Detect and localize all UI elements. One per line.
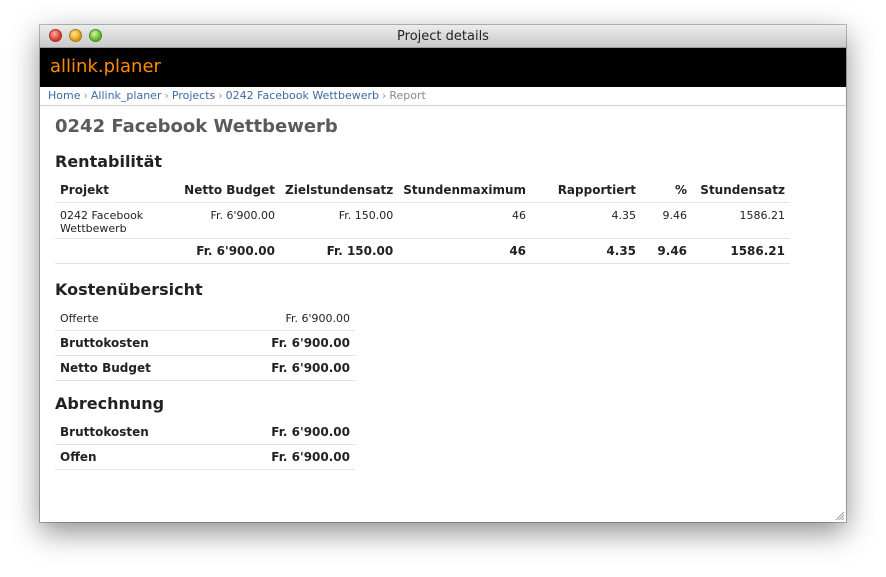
column-header-stundensatz: Stundensatz [692, 178, 790, 203]
row-label-bruttokosten: Bruttokosten [55, 330, 215, 356]
breadcrumb: Home › Allink_planer › Projects › 0242 Faceboo… [40, 87, 846, 106]
breadcrumb-separator: › [218, 89, 223, 102]
cell-stundensatz: 1586.21 [692, 202, 790, 239]
total-percent: 9.46 [641, 238, 693, 264]
breadcrumb-project[interactable]: 0242 Facebook Wettbewerb [226, 89, 379, 102]
row-value-bruttokosten: Fr. 6'900.00 [213, 420, 355, 445]
total-stundenmaximum: 46 [398, 238, 532, 264]
title-bar[interactable]: Project details [40, 25, 846, 48]
kostenuebersicht-table: Offerte Fr. 6'900.00 Bruttokosten Fr. 6'… [55, 306, 355, 381]
section-title-kostenuebersicht: Kostenübersicht [55, 280, 203, 299]
total-rapportiert: 4.35 [531, 238, 642, 264]
column-header-rapportiert: Rapportiert [531, 178, 642, 203]
column-header-projekt: Projekt [55, 178, 165, 203]
table-total-row: Fr. 6'900.00 Fr. 150.00 46 4.35 9.46 158… [55, 238, 790, 264]
section-title-rentabilitaet: Rentabilität [55, 152, 163, 171]
rentabilitaet-table: Projekt Netto Budget Zielstundensatz Stu… [55, 178, 790, 264]
cell-netto-budget: Fr. 6'900.00 [165, 202, 280, 239]
row-label-bruttokosten: Bruttokosten [55, 420, 214, 445]
cell-rapportiert: 4.35 [531, 202, 642, 239]
app-header: allink.planer [40, 48, 846, 87]
breadcrumb-home[interactable]: Home [48, 89, 80, 102]
page-title: 0242 Facebook Wettbewerb [55, 116, 338, 137]
table-row: Bruttokosten Fr. 6'900.00 [55, 420, 355, 445]
breadcrumb-separator: › [83, 89, 88, 102]
breadcrumb-current: Report [389, 89, 426, 102]
abrechnung-table: Bruttokosten Fr. 6'900.00 Offen Fr. 6'90… [55, 420, 355, 470]
column-header-percent: % [641, 178, 693, 203]
cell-stundenmaximum: 46 [398, 202, 532, 239]
row-label-offerte: Offerte [55, 306, 215, 331]
window-title: Project details [397, 29, 489, 44]
row-label-offen: Offen [55, 444, 214, 470]
table-header-row: Projekt Netto Budget Zielstundensatz Stu… [55, 178, 790, 203]
table-row: Offerte Fr. 6'900.00 [55, 306, 355, 331]
row-value-bruttokosten: Fr. 6'900.00 [214, 330, 355, 356]
total-stundensatz: 1586.21 [692, 238, 790, 264]
row-value-netto-budget: Fr. 6'900.00 [214, 355, 355, 381]
table-row: 0242 Facebook Wettbewerb Fr. 6'900.00 Fr.… [55, 202, 790, 239]
table-row: Bruttokosten Fr. 6'900.00 [55, 330, 355, 356]
breadcrumb-separator: › [164, 89, 169, 102]
row-value-offerte: Fr. 6'900.00 [214, 306, 355, 331]
cell-projekt-line2: Wettbewerb [60, 222, 127, 235]
cell-projekt-line1: 0242 Facebook [60, 209, 144, 222]
section-title-abrechnung: Abrechnung [55, 394, 165, 413]
row-label-netto-budget: Netto Budget [55, 355, 215, 381]
table-row: Netto Budget Fr. 6'900.00 [55, 355, 355, 381]
cell-projekt: 0242 Facebook Wettbewerb [55, 202, 165, 239]
cell-total-label [55, 238, 165, 264]
column-header-stundenmaximum: Stundenmaximum [398, 178, 532, 203]
row-value-offen: Fr. 6'900.00 [213, 444, 355, 470]
cell-percent: 9.46 [641, 202, 693, 239]
total-netto-budget: Fr. 6'900.00 [165, 238, 280, 264]
brand-logo[interactable]: allink.planer [50, 56, 161, 77]
cell-zielstundensatz: Fr. 150.00 [280, 202, 399, 239]
breadcrumb-projects[interactable]: Projects [172, 89, 215, 102]
breadcrumb-separator: › [381, 89, 387, 102]
total-zielstundensatz: Fr. 150.00 [280, 238, 399, 264]
resize-grip-icon[interactable] [834, 510, 844, 520]
table-row: Offen Fr. 6'900.00 [55, 444, 355, 470]
column-header-netto-budget: Netto Budget [165, 178, 280, 203]
browser-window: Project details allink.planer Home › Allin… [40, 25, 846, 522]
column-header-zielstundensatz: Zielstundensatz [280, 178, 399, 203]
breadcrumb-allink-planer[interactable]: Allink_planer [91, 89, 162, 102]
